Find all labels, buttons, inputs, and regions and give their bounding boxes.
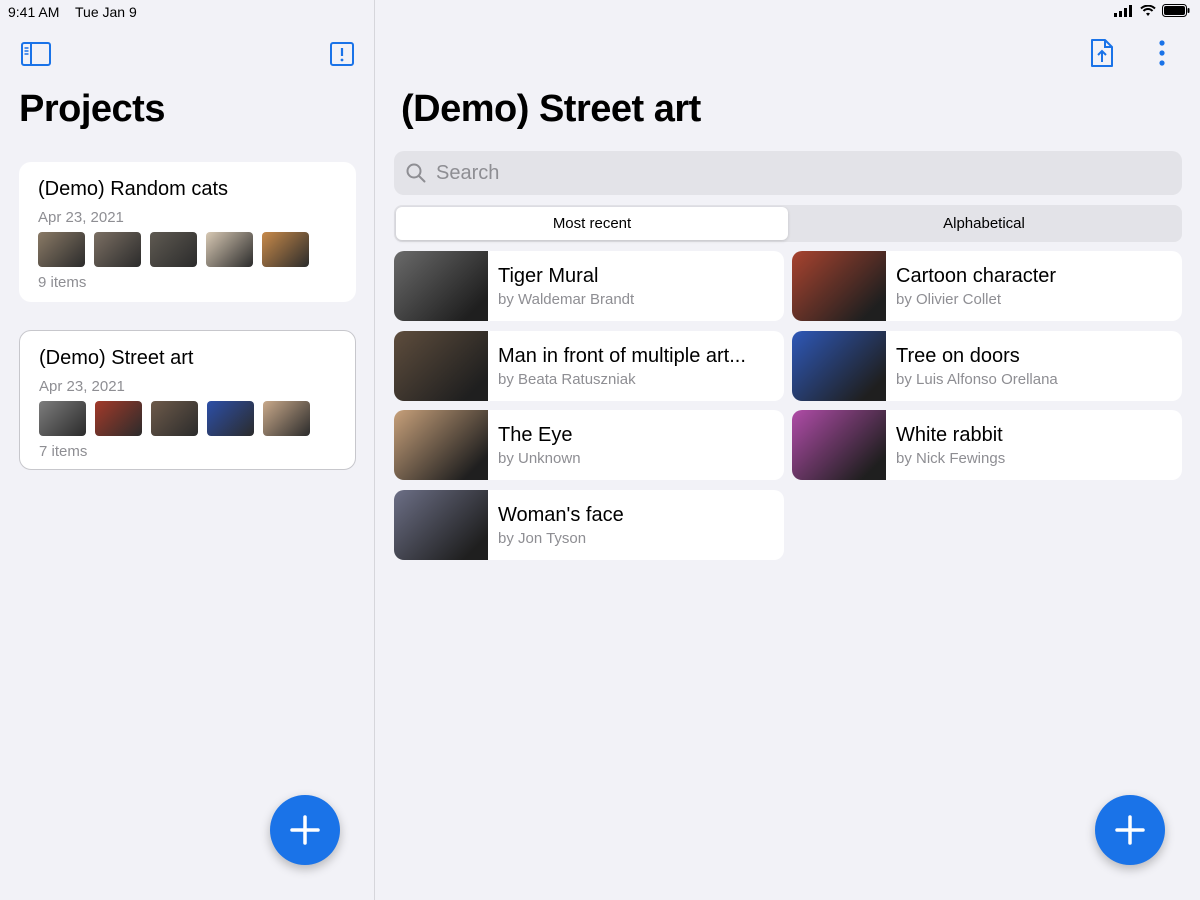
project-thumbnail: [94, 232, 141, 267]
segment-most-recent[interactable]: Most recent: [396, 207, 788, 240]
sidebar-icon: [21, 42, 51, 66]
item-author: by Luis Alfonso Orellana: [896, 371, 1058, 388]
document-upload-icon: [1091, 39, 1113, 67]
project-thumbnail: [38, 232, 85, 267]
item-card[interactable]: Woman's face by Jon Tyson: [394, 490, 784, 560]
project-thumbnails: [38, 232, 337, 267]
project-thumbnail: [262, 232, 309, 267]
search-icon: [406, 163, 426, 183]
item-card[interactable]: Tiger Mural by Waldemar Brandt: [394, 251, 784, 321]
item-thumbnail: [394, 490, 488, 560]
project-date: Apr 23, 2021: [39, 378, 125, 395]
sidebar: Projects (Demo) Random cats Apr 23, 2021…: [0, 0, 375, 900]
status-icons: [1114, 4, 1190, 17]
page-title: (Demo) Street art: [401, 88, 701, 130]
item-author: by Beata Ratuszniak: [498, 371, 636, 388]
status-date: Tue Jan 9: [75, 4, 137, 20]
project-thumbnail: [263, 401, 310, 436]
item-card[interactable]: Tree on doors by Luis Alfonso Orellana: [792, 331, 1182, 401]
item-title: Tree on doors: [896, 345, 1020, 367]
cellular-signal-icon: [1114, 4, 1132, 17]
project-thumbnail: [95, 401, 142, 436]
item-title: White rabbit: [896, 424, 1003, 446]
item-title: The Eye: [498, 424, 573, 446]
item-thumbnail: [394, 410, 488, 480]
more-options-button[interactable]: [1146, 37, 1178, 69]
project-thumbnails: [39, 401, 336, 436]
status-bar: 9:41 AM Tue Jan 9: [0, 0, 1200, 24]
item-author: by Olivier Collet: [896, 291, 1002, 308]
item-author: by Unknown: [498, 450, 581, 467]
project-thumbnail: [39, 401, 86, 436]
project-item-count: 9 items: [38, 274, 87, 291]
item-thumbnail: [394, 331, 488, 401]
project-date: Apr 23, 2021: [38, 209, 124, 226]
item-title: Cartoon character: [896, 265, 1057, 287]
project-item-count: 7 items: [39, 443, 88, 460]
item-author: by Nick Fewings: [896, 450, 1006, 467]
item-title: Tiger Mural: [498, 265, 599, 287]
main-content: (Demo) Street art Most recent Alphabetic…: [376, 0, 1200, 900]
battery-icon: [1162, 4, 1190, 17]
project-name: (Demo) Random cats: [38, 178, 229, 200]
sidebar-title: Projects: [19, 88, 165, 130]
search-input[interactable]: [436, 161, 1136, 185]
project-card-random-cats[interactable]: (Demo) Random cats Apr 23, 2021 9 items: [19, 162, 356, 302]
project-card-street-art[interactable]: (Demo) Street art Apr 23, 2021 7 items: [19, 330, 356, 470]
segment-alphabetical[interactable]: Alphabetical: [788, 207, 1180, 240]
item-thumbnail: [394, 251, 488, 321]
item-title: Woman's face: [498, 504, 624, 526]
item-card[interactable]: The Eye by Unknown: [394, 410, 784, 480]
item-card[interactable]: White rabbit by Nick Fewings: [792, 410, 1182, 480]
project-thumbnail: [207, 401, 254, 436]
status-time: 9:41 AM: [8, 4, 60, 20]
export-button[interactable]: [1086, 37, 1118, 69]
plus-icon: [290, 815, 320, 845]
item-thumbnail: [792, 251, 886, 321]
more-vertical-icon: [1159, 40, 1165, 66]
add-project-button[interactable]: [270, 795, 340, 865]
item-card[interactable]: Cartoon character by Olivier Collet: [792, 251, 1182, 321]
item-author: by Jon Tyson: [498, 530, 587, 547]
item-title: Man in front of multiple art...: [498, 345, 746, 367]
item-thumbnail: [792, 331, 886, 401]
wifi-icon: [1140, 4, 1156, 16]
item-author: by Waldemar Brandt: [498, 291, 635, 308]
project-thumbnail: [151, 401, 198, 436]
project-thumbnail: [150, 232, 197, 267]
sort-segmented-control: Most recent Alphabetical: [394, 205, 1182, 242]
project-thumbnail: [206, 232, 253, 267]
exclamation-square-icon: [330, 42, 354, 66]
item-thumbnail: [792, 410, 886, 480]
report-button[interactable]: [326, 38, 358, 70]
sidebar-toggle-button[interactable]: [20, 38, 52, 70]
project-name: (Demo) Street art: [39, 347, 194, 369]
add-item-button[interactable]: [1095, 795, 1165, 865]
search-bar[interactable]: [394, 151, 1182, 195]
item-card[interactable]: Man in front of multiple art... by Beata…: [394, 331, 784, 401]
plus-icon: [1115, 815, 1145, 845]
